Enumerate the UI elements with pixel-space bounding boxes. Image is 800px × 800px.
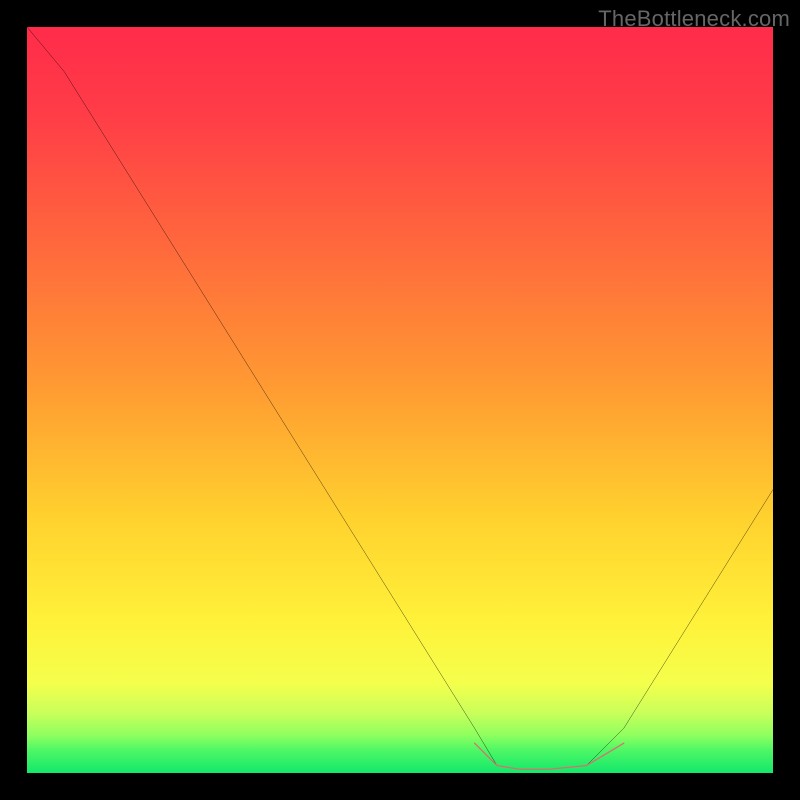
watermark-label: TheBottleneck.com bbox=[598, 6, 790, 32]
plot-area bbox=[27, 27, 773, 773]
chart-svg bbox=[27, 27, 773, 773]
chart-container: TheBottleneck.com bbox=[0, 0, 800, 800]
bottleneck-curve bbox=[27, 27, 773, 769]
optimal-range-highlight bbox=[475, 743, 624, 769]
